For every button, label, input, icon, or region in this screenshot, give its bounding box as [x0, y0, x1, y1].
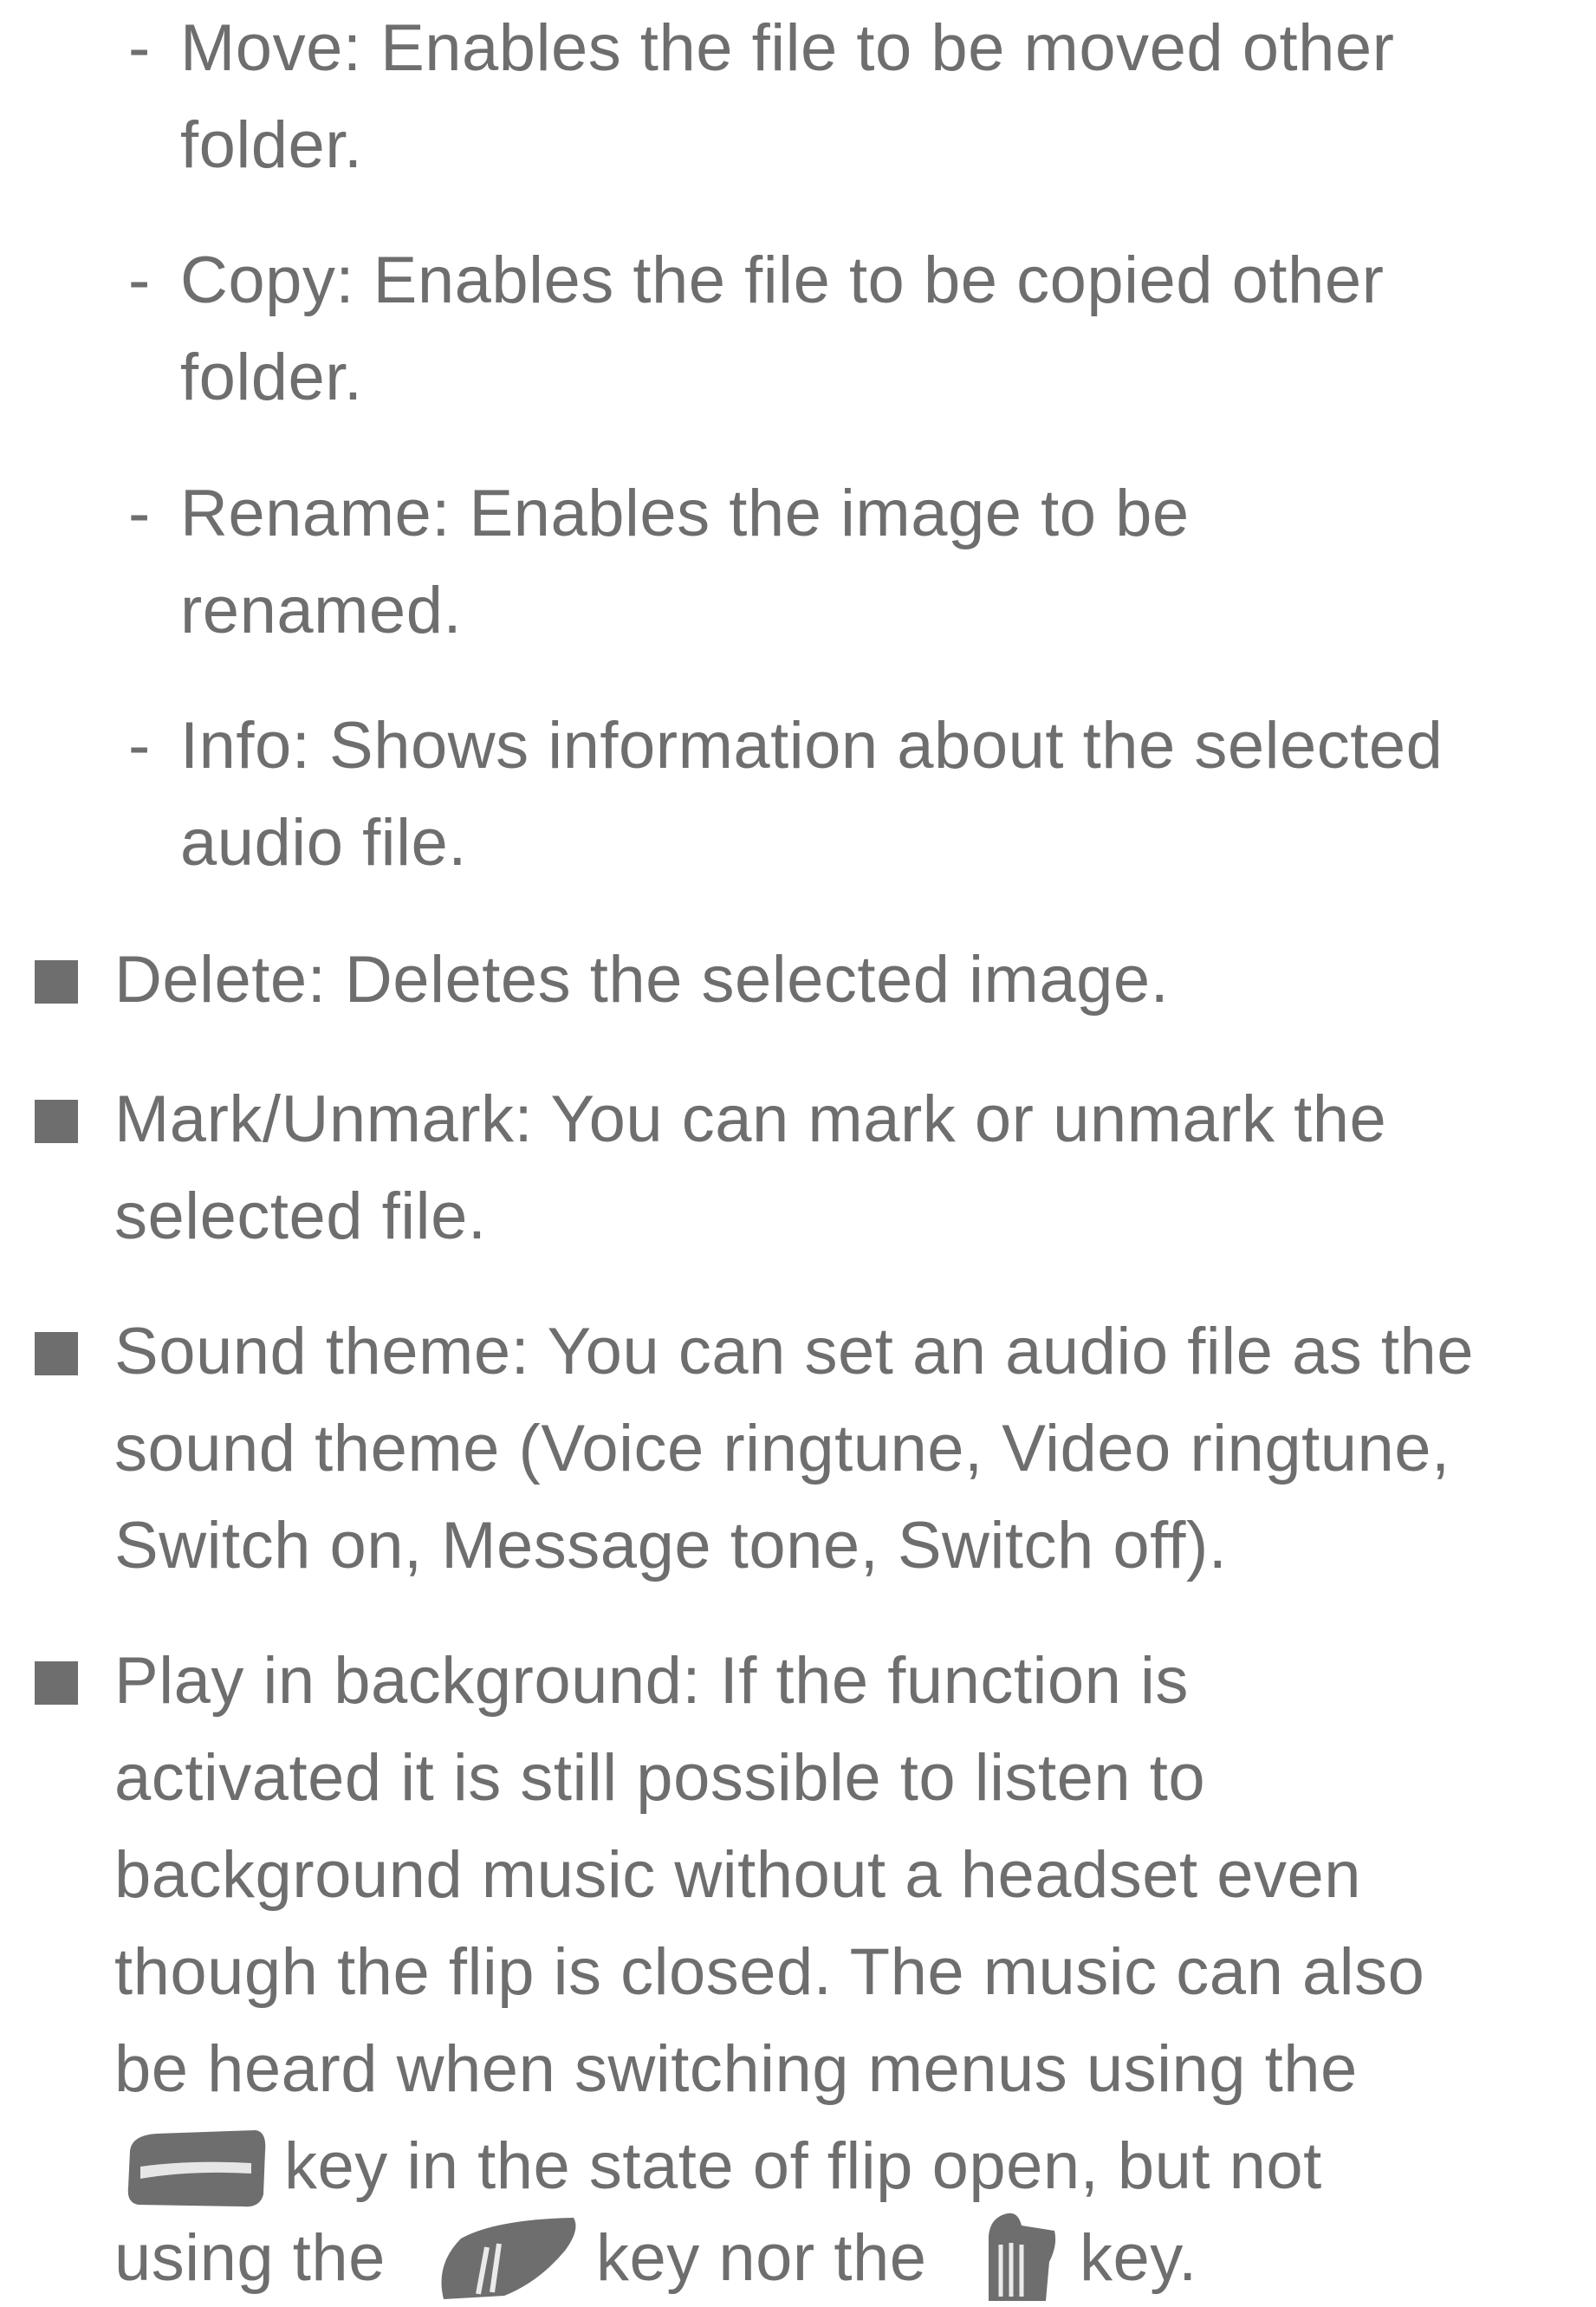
sub-item-dash: - [128, 11, 151, 85]
item-play-line7-part2: key nor the [596, 2221, 927, 2295]
sub-item-info-line2: audio file. [180, 806, 467, 880]
sub-item-copy-line1: Copy: Enables the file to be copied othe… [180, 244, 1385, 317]
manual-page: - Move: Enables the file to be moved oth… [0, 0, 1596, 2301]
item-mark-line2: selected file. [114, 1179, 487, 1253]
square-bullet-icon [35, 1100, 78, 1143]
item-delete-line1: Delete: Deletes the selected image. [114, 943, 1170, 1017]
item-play-line2: activated it is still possible to listen… [114, 1741, 1206, 1815]
item-play-line6: key in the state of flip open, but not [284, 2129, 1322, 2203]
sub-item-move-line1: Move: Enables the file to be moved other [180, 11, 1395, 85]
sub-item-dash: - [128, 244, 151, 317]
sub-item-dash: - [128, 709, 151, 783]
square-bullet-icon [35, 1661, 78, 1705]
item-play-line5: be heard when switching menus using the [114, 2032, 1358, 2106]
sub-item-rename-line2: renamed. [180, 574, 463, 647]
item-sound-line3: Switch on, Message tone, Switch off). [114, 1509, 1228, 1582]
sub-item-rename-line1: Rename: Enables the image to be [180, 477, 1190, 550]
sub-item-copy-line2: folder. [180, 341, 363, 414]
item-play-line4: though the flip is closed. The music can… [114, 1935, 1425, 2009]
sub-item-move-line2: folder. [180, 108, 363, 182]
item-mark-line1: Mark/Unmark: You can mark or unmark the [114, 1082, 1387, 1156]
item-sound-line2: sound theme (Voice ringtune, Video ringt… [114, 1412, 1450, 1485]
side-key-icon [426, 2213, 582, 2301]
end-key-icon [121, 2125, 269, 2212]
sub-item-info-line1: Info: Shows information about the select… [180, 709, 1444, 783]
square-bullet-icon [35, 960, 78, 1004]
sub-item-dash: - [128, 477, 151, 550]
item-play-line7-part1: using the [114, 2221, 386, 2295]
item-play-line1: Play in background: If the function is [114, 1644, 1189, 1718]
item-sound-line1: Sound theme: You can set an audio file a… [114, 1315, 1474, 1388]
item-play-line3: background music without a headset even [114, 1838, 1362, 1912]
item-play-line7-part3: key. [1080, 2221, 1197, 2295]
square-bullet-icon [35, 1332, 78, 1375]
camera-key-icon [982, 2210, 1060, 2301]
